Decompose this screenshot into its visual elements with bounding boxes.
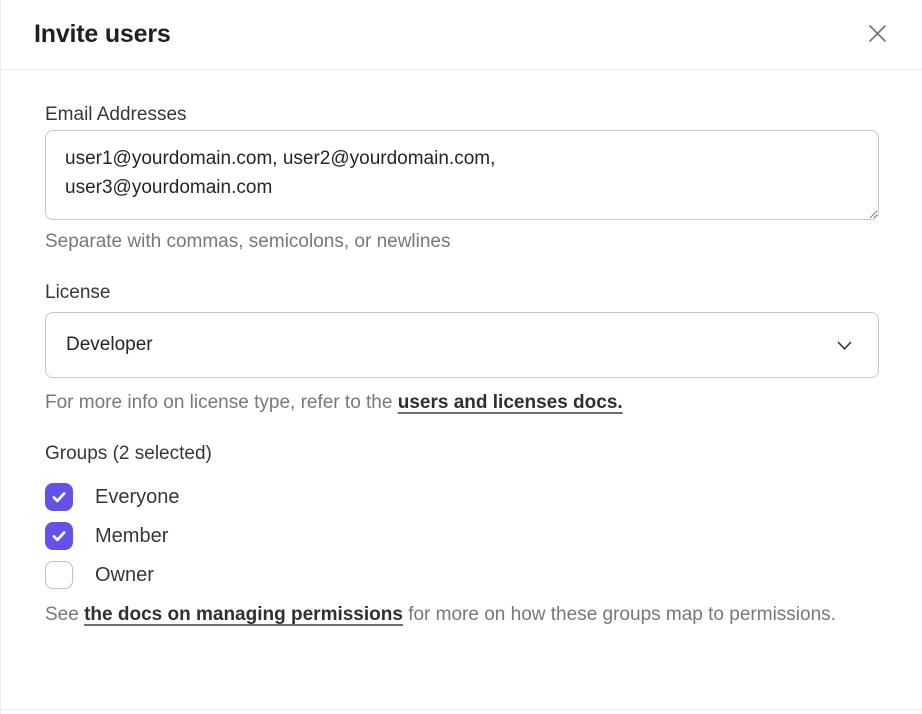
users-and-licenses-docs-link[interactable]: users and licenses docs. (398, 392, 623, 413)
footer-spacer (1, 669, 922, 709)
license-helper-text: For more info on license type, refer to … (45, 392, 878, 414)
modal-body: Email Addresses user1@yourdomain.com, us… (1, 70, 922, 669)
groups-helper-suffix: for more on how these groups map to perm… (403, 604, 836, 625)
footer-divider (1, 709, 922, 710)
invite-users-modal: Invite users Email Addresses user1@yourd… (0, 0, 922, 714)
license-label: License (45, 281, 878, 305)
group-row-member[interactable]: Member (45, 522, 878, 550)
email-addresses-label: Email Addresses (45, 103, 878, 127)
checkmark-icon (50, 566, 68, 584)
owner-checkbox-label[interactable]: Owner (95, 564, 154, 587)
modal-header: Invite users (1, 0, 922, 70)
groups-helper-text: See the docs on managing permissions for… (45, 600, 878, 629)
groups-checkbox-list: Everyone Member (45, 483, 878, 589)
close-button[interactable] (861, 19, 893, 51)
chevron-down-icon (837, 339, 852, 351)
group-row-everyone[interactable]: Everyone (45, 483, 878, 511)
owner-checkbox[interactable] (45, 561, 73, 589)
close-icon (863, 19, 892, 51)
member-checkbox-label[interactable]: Member (95, 525, 168, 548)
email-addresses-input[interactable]: user1@yourdomain.com, user2@yourdomain.c… (45, 130, 879, 220)
groups-helper-prefix: See (45, 604, 84, 625)
checkmark-icon (50, 488, 68, 506)
group-row-owner[interactable]: Owner (45, 561, 878, 589)
license-helper-prefix: For more info on license type, refer to … (45, 392, 398, 413)
modal-title: Invite users (34, 20, 171, 49)
email-helper-text: Separate with commas, semicolons, or new… (45, 231, 878, 253)
checkmark-icon (50, 527, 68, 545)
everyone-checkbox-label[interactable]: Everyone (95, 486, 180, 509)
license-selected-value: Developer (66, 334, 153, 356)
managing-permissions-docs-link[interactable]: the docs on managing permissions (84, 604, 403, 625)
everyone-checkbox[interactable] (45, 483, 73, 511)
license-select[interactable]: Developer (45, 312, 879, 378)
member-checkbox[interactable] (45, 522, 73, 550)
groups-label: Groups (2 selected) (45, 442, 878, 466)
